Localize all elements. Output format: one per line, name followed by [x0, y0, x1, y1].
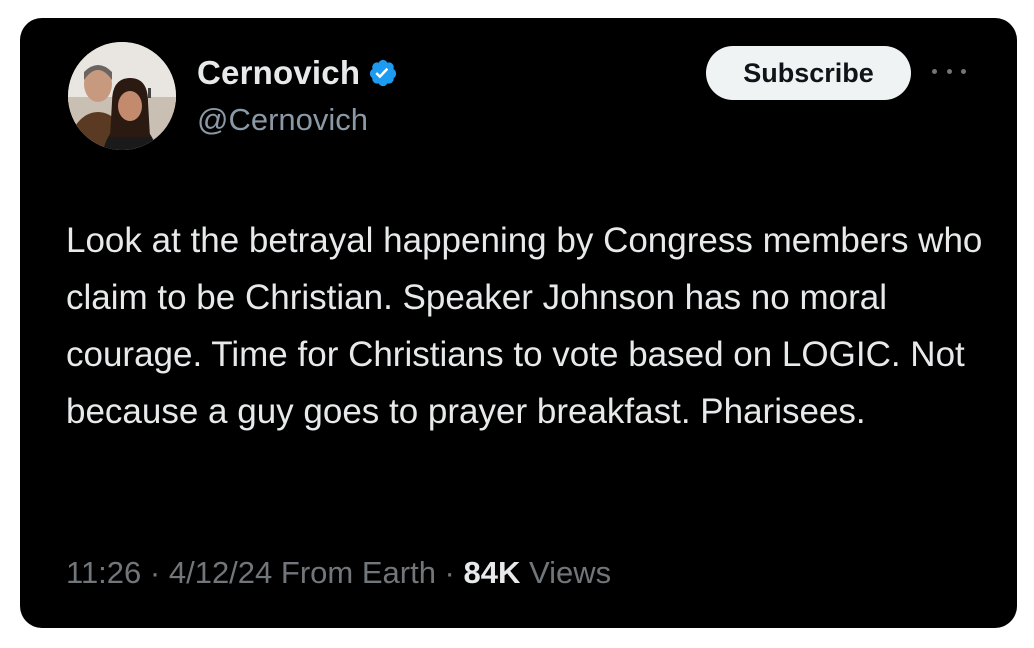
meta-separator: · — [141, 555, 169, 590]
subscribe-button[interactable]: Subscribe — [706, 46, 911, 100]
tweet-date[interactable]: 4/12/24 — [169, 555, 272, 590]
tweet-card: Cernovich @Cernovich Subscribe Look at t… — [20, 18, 1017, 628]
tweet-meta: 11:26 · 4/12/24 From Earth · 84K Views — [66, 555, 611, 591]
user-handle[interactable]: @Cernovich — [197, 102, 368, 138]
more-dot — [946, 68, 952, 74]
tweet-source: From Earth — [280, 555, 436, 590]
more-dot — [961, 68, 966, 74]
avatar-photo — [68, 42, 176, 150]
meta-separator: · — [435, 555, 464, 590]
tweet-text: Look at the betrayal happening by Congre… — [66, 221, 983, 431]
display-name-row: Cernovich — [197, 54, 398, 92]
tweet-time[interactable]: 11:26 — [66, 555, 141, 590]
display-name[interactable]: Cernovich — [197, 54, 360, 92]
views-label: Views — [529, 555, 612, 590]
views-count[interactable]: 84K — [464, 555, 521, 590]
avatar[interactable] — [68, 42, 176, 150]
more-horizontal-icon[interactable] — [932, 61, 966, 81]
more-dot — [932, 68, 937, 74]
verified-badge-icon[interactable] — [368, 58, 398, 88]
